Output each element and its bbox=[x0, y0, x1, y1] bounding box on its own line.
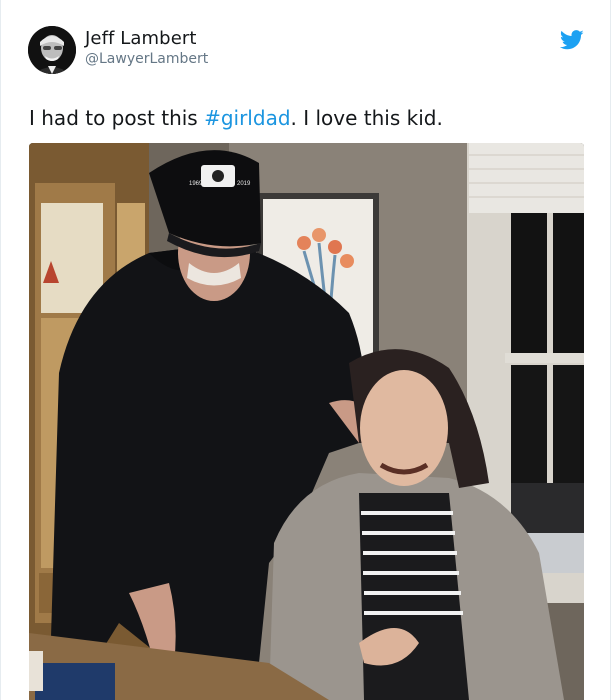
cap-logo-right: 2019 bbox=[237, 181, 251, 187]
tweet-text-end: . I love this kid. bbox=[290, 106, 443, 130]
tweet-text: I had to post this #girldad. I love this… bbox=[29, 106, 443, 130]
user-handle[interactable]: @LawyerLambert bbox=[85, 51, 208, 67]
hashtag-link[interactable]: #girldad bbox=[204, 106, 290, 130]
tweet-text-start: I had to post this bbox=[29, 106, 205, 130]
tweet-photo[interactable]: 1969 2019 bbox=[29, 143, 584, 700]
tweet-card: Jeff Lambert @LawyerLambert I had to pos… bbox=[0, 0, 611, 700]
twitter-bird-icon[interactable] bbox=[560, 30, 584, 50]
avatar[interactable] bbox=[28, 26, 76, 74]
cap-logo-left: 1969 bbox=[189, 181, 203, 187]
display-name[interactable]: Jeff Lambert bbox=[85, 28, 197, 49]
